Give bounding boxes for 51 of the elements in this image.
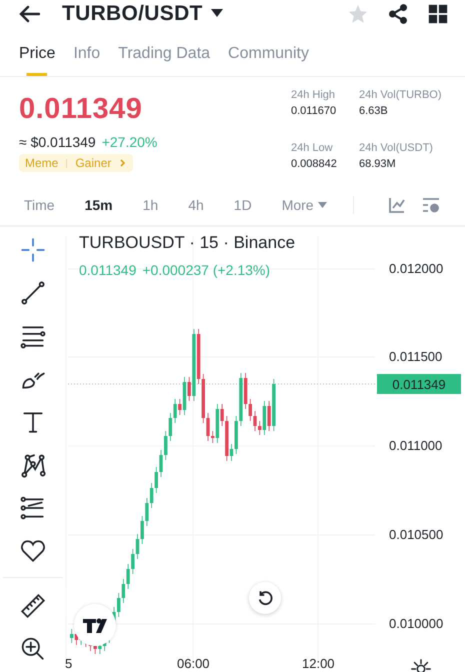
axis-label: 0.011500 bbox=[389, 349, 442, 364]
chart-change: +0.000237 (+2.13%) bbox=[142, 262, 270, 278]
axis-label: 0.012000 bbox=[389, 261, 444, 276]
time-label: 06:00 bbox=[177, 656, 210, 671]
crosshair-icon[interactable] bbox=[18, 237, 46, 263]
heart-icon[interactable] bbox=[18, 538, 46, 564]
last-price: 0.011349 bbox=[19, 93, 144, 126]
tab[interactable]: Trading Data bbox=[118, 44, 210, 76]
reset-button[interactable] bbox=[249, 582, 281, 614]
logo-icon bbox=[74, 604, 116, 646]
tab[interactable]: Community bbox=[228, 44, 309, 76]
stat-label: 24h Vol(USDT) bbox=[359, 142, 434, 154]
price-change: +27.20% bbox=[102, 134, 158, 150]
multi-line-icon[interactable] bbox=[18, 495, 46, 521]
axis-label: 0.010500 bbox=[389, 527, 444, 542]
axis-label: 0.011000 bbox=[389, 438, 442, 453]
time-label: 5 bbox=[65, 656, 72, 671]
tab[interactable]: Info bbox=[73, 44, 100, 76]
stat-label: 24h High bbox=[291, 89, 336, 101]
share-icon[interactable] bbox=[387, 3, 409, 25]
interval-tab[interactable]: 1h bbox=[142, 197, 158, 213]
chart-type-icon[interactable] bbox=[388, 196, 406, 214]
stat-value: 0.008842 bbox=[291, 158, 338, 170]
stat-label: 24h Low bbox=[291, 142, 334, 154]
time-label: 12:00 bbox=[302, 656, 335, 671]
interval-tab[interactable]: More bbox=[282, 197, 327, 213]
grid-icon[interactable] bbox=[427, 3, 449, 25]
chart-title: TURBOUSDT · 15 · Binance bbox=[79, 233, 296, 253]
caret-icon bbox=[318, 202, 327, 208]
stat-value: 68.93M bbox=[359, 158, 397, 170]
stat-label: 24h Vol(TURBO) bbox=[359, 89, 443, 101]
fiat-price: ≈ $0.011349 bbox=[19, 134, 96, 150]
stat-value: 6.63B bbox=[359, 105, 389, 117]
last-price-tag: 0.011349 bbox=[377, 374, 461, 394]
chart-last-price: 0.011349 bbox=[79, 262, 136, 278]
star-icon[interactable] bbox=[347, 3, 369, 25]
reset-icon bbox=[256, 589, 274, 607]
caret-icon[interactable] bbox=[210, 9, 223, 19]
tag-bar[interactable]: Meme Gainer bbox=[19, 154, 134, 172]
interval-tab[interactable]: 15m bbox=[84, 197, 113, 213]
pattern-icon[interactable] bbox=[18, 452, 46, 478]
trend-line-icon[interactable] bbox=[18, 280, 46, 306]
back-icon[interactable] bbox=[18, 4, 40, 24]
interval-tab[interactable]: Time bbox=[24, 197, 55, 213]
tab[interactable]: Price bbox=[19, 44, 56, 76]
pair-title[interactable]: TURBO/USDT bbox=[62, 2, 203, 26]
stat-value: 0.011670 bbox=[291, 105, 338, 117]
interval-tab[interactable]: 4h bbox=[188, 197, 204, 213]
axis-label: 0.010000 bbox=[389, 616, 444, 631]
ruler-icon[interactable] bbox=[18, 593, 46, 619]
interval-tab[interactable]: 1D bbox=[234, 197, 252, 213]
